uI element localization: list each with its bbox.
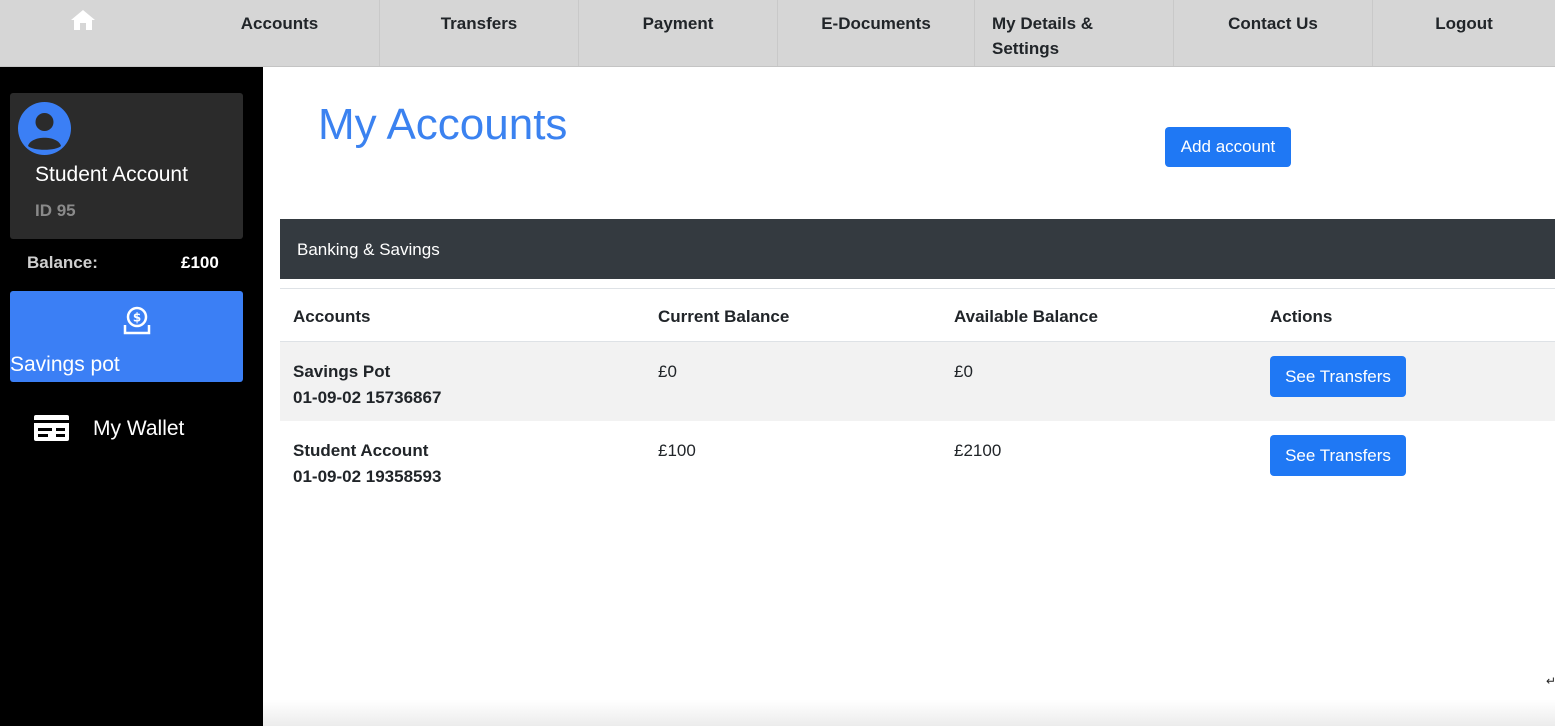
profile-name: Student Account (35, 163, 188, 186)
nav-my-details-label-line2: Settings (992, 39, 1060, 58)
page-title: My Accounts (318, 100, 568, 149)
see-transfers-button[interactable]: See Transfers (1270, 356, 1406, 397)
column-header-accounts: Accounts (293, 307, 371, 326)
svg-text:$: $ (133, 311, 141, 325)
balance-value: £100 (181, 253, 219, 272)
table-header: Accounts Current Balance Available Balan… (280, 289, 1555, 343)
bottom-edge (263, 700, 1555, 726)
section-header: Banking & Savings (280, 219, 1555, 279)
table-row: Savings Pot 01-09-02 15736867 £0 £0 See … (280, 342, 1555, 421)
add-account-button[interactable]: Add account (1165, 127, 1291, 167)
wallet-card-icon (34, 415, 69, 441)
account-cell: Savings Pot 01-09-02 15736867 (293, 359, 441, 411)
account-name: Savings Pot (293, 362, 391, 381)
nav-transfers-label: Transfers (440, 14, 518, 33)
nav-e-documents-label: E-Documents (821, 14, 931, 33)
column-header-actions: Actions (1270, 307, 1333, 326)
top-navigation: Accounts Transfers Payment E-Documents M… (0, 0, 1555, 67)
scroll-arrow-icon[interactable]: ↵ (1546, 674, 1555, 688)
nav-logout-label: Logout (1435, 14, 1493, 33)
nav-logout[interactable]: Logout (1372, 0, 1555, 66)
nav-transfers[interactable]: Transfers (379, 0, 578, 66)
profile-card: Student Account ID 95 (10, 93, 243, 239)
savings-pot-button[interactable]: $ Savings pot (10, 291, 243, 382)
sidebar: Student Account ID 95 Balance: £100 $ Sa… (0, 67, 263, 726)
column-header-available-balance: Available Balance (954, 307, 1098, 326)
table-row: Student Account 01-09-02 19358593 £100 £… (280, 421, 1555, 500)
available-balance: £0 (954, 362, 973, 381)
nav-contact-us-label: Contact Us (1228, 14, 1318, 33)
account-cell: Student Account 01-09-02 19358593 (293, 438, 441, 490)
savings-pot-label: Savings pot (10, 353, 120, 376)
current-balance: £100 (658, 441, 696, 460)
money-pot-icon: $ (122, 305, 152, 335)
balance-label: Balance: (27, 253, 98, 272)
my-wallet-link[interactable]: My Wallet (34, 411, 244, 451)
nav-my-details-settings[interactable]: My Details & Settings (974, 0, 1173, 66)
account-number: 01-09-02 19358593 (293, 467, 442, 486)
nav-payment-label: Payment (642, 14, 714, 33)
home-icon[interactable] (68, 8, 98, 32)
account-number: 01-09-02 15736867 (293, 388, 442, 407)
see-transfers-button[interactable]: See Transfers (1270, 435, 1406, 476)
nav-accounts-label: Accounts (240, 14, 319, 33)
nav-e-documents[interactable]: E-Documents (777, 0, 974, 66)
user-avatar-icon (18, 102, 71, 155)
account-name: Student Account (293, 441, 429, 460)
available-balance: £2100 (954, 441, 1002, 460)
nav-my-details-label-line1: My Details & (992, 14, 1094, 33)
my-wallet-label: My Wallet (93, 417, 185, 440)
profile-id: ID 95 (35, 201, 76, 220)
column-header-current-balance: Current Balance (658, 307, 790, 326)
nav-payment[interactable]: Payment (578, 0, 777, 66)
nav-accounts[interactable]: Accounts (180, 0, 379, 66)
nav-contact-us[interactable]: Contact Us (1173, 0, 1372, 66)
current-balance: £0 (658, 362, 677, 381)
